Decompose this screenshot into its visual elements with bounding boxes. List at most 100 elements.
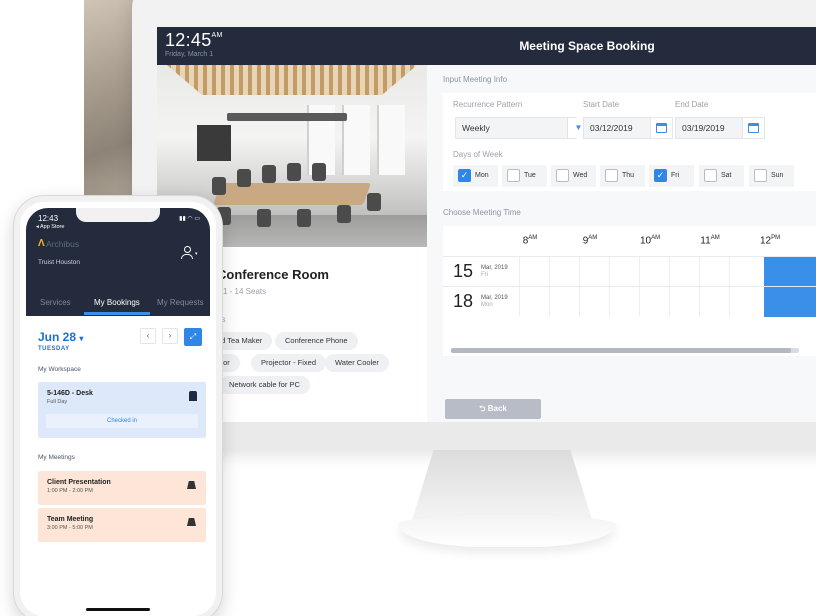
check-icon: ✓ (654, 169, 667, 182)
monitor-stand (412, 450, 592, 520)
hour-header: 9AM (570, 235, 610, 246)
expand-icon[interactable]: ⤢ (184, 328, 202, 346)
hour-header: 10AM (630, 235, 670, 246)
time-slot[interactable] (519, 287, 549, 316)
time-slot[interactable] (729, 257, 759, 286)
checkbox (556, 169, 569, 182)
row-day: 18 (453, 291, 474, 311)
selected-date[interactable]: Jun 28 ▾ (38, 330, 83, 344)
page-title: Meeting Space Booking (519, 39, 655, 53)
end-date-field[interactable]: 03/19/2019 (675, 117, 765, 139)
selected-slot[interactable] (764, 287, 816, 317)
time-slot[interactable] (669, 287, 699, 316)
user-icon[interactable]: ▾ (180, 246, 198, 260)
time-slot[interactable] (549, 257, 579, 286)
hour-ampm: AM (528, 235, 538, 241)
mobile-header: 12:43 ◂ App Store ▮▮ ◠ ▭ Λ Archibus Trui… (26, 208, 210, 316)
day-checkbox-sat[interactable]: Sat (699, 165, 744, 187)
meeting-time: 3:00 PM - 5:00 PM (47, 525, 93, 531)
clock-ampm: AM (211, 32, 223, 39)
day-checkbox-fri[interactable]: ✓ Fri (649, 165, 694, 187)
tab-my-bookings[interactable]: My Bookings (94, 298, 140, 307)
hour-ampm: AM (588, 235, 598, 241)
time-slot[interactable] (669, 257, 699, 286)
day-label: Fri (671, 172, 680, 179)
end-date-value: 03/19/2019 (682, 123, 725, 133)
hour-number: 12 (759, 235, 772, 247)
recurrence-value: Weekly (462, 123, 490, 133)
time-slot[interactable] (699, 287, 729, 316)
chair (287, 163, 301, 181)
tab-services[interactable]: Services (40, 298, 71, 307)
day-checkbox-sun[interactable]: Sun (749, 165, 794, 187)
time-slot[interactable] (639, 287, 669, 316)
time-slot[interactable] (729, 287, 759, 316)
day-label: Sun (771, 172, 784, 179)
check-icon: ✓ (458, 169, 471, 182)
time-slot[interactable] (519, 257, 549, 286)
phone-device: 12:43 ◂ App Store ▮▮ ◠ ▭ Λ Archibus Trui… (14, 196, 222, 616)
time-slot[interactable] (579, 287, 609, 316)
time-slot[interactable] (549, 287, 579, 316)
meeting-info-card: Recurrence Pattern Start Date End Date W… (443, 93, 816, 191)
day-checkbox-mon[interactable]: ✓ Mon (453, 165, 498, 187)
day-checkbox-thu[interactable]: Thu (600, 165, 645, 187)
pendant-lamp (227, 113, 347, 121)
meeting-room-icon (187, 518, 196, 526)
day-label: Mon (475, 172, 489, 179)
back-label: Back (487, 404, 507, 413)
row-day: 15 (453, 261, 474, 281)
start-date-field[interactable]: 03/12/2019 (583, 117, 673, 139)
amenity-chip: Conference Phone (275, 332, 358, 350)
horizontal-scrollbar[interactable] (451, 348, 799, 353)
chair (212, 177, 226, 195)
prev-day-button[interactable]: ‹ (140, 328, 156, 344)
day-label: Wed (573, 172, 588, 179)
time-slot[interactable] (609, 257, 639, 286)
conference-table (212, 183, 372, 205)
selected-slot[interactable] (764, 257, 816, 287)
wall-tv (197, 125, 231, 161)
meeting-card[interactable]: Client Presentation 1:00 PM - 2:00 PM (38, 471, 206, 505)
workspace-name: 5-146D - Desk (47, 390, 93, 397)
meeting-card[interactable]: Team Meeting 3:00 PM - 5:00 PM (38, 508, 206, 542)
checkbox (605, 169, 618, 182)
meeting-room-icon (187, 481, 196, 489)
calendar-icon[interactable] (742, 118, 764, 138)
day-checkbox-tue[interactable]: Tue (502, 165, 547, 187)
day-label: Sat (721, 172, 732, 179)
hour-number: 10 (639, 235, 652, 247)
day-label: Tue (524, 172, 536, 179)
time-slot[interactable] (639, 257, 669, 286)
ceiling-slats (167, 65, 417, 95)
recurrence-select[interactable]: Weekly ▼ (455, 117, 589, 139)
day-checkbox-wed[interactable]: Wed (551, 165, 596, 187)
date-label: Jun 28 (38, 330, 77, 344)
chair (337, 205, 351, 223)
calendar-glyph (748, 123, 759, 133)
hour-header: 12PM (750, 235, 790, 246)
time-slot[interactable] (699, 257, 729, 286)
chevron-down-icon: ▾ (79, 334, 84, 343)
phone-notch (76, 208, 160, 222)
time-section-title: Choose Meeting Time (443, 208, 521, 217)
checked-in-status[interactable]: Checked in (46, 414, 198, 428)
chair (312, 163, 326, 181)
scrollbar-thumb[interactable] (451, 348, 791, 353)
desktop-screen: 12:45AM Friday, March 1 Meeting Space Bo… (157, 27, 816, 422)
day-label: Thu (622, 172, 635, 179)
calendar-glyph (656, 123, 667, 133)
back-to-app-store[interactable]: ◂ App Store (36, 224, 64, 230)
recurrence-label: Recurrence Pattern (453, 100, 523, 109)
tab-my-requests[interactable]: My Requests (157, 298, 204, 307)
back-button[interactable]: ⮌ Back (445, 399, 541, 419)
chair (257, 209, 271, 227)
workspace-card[interactable]: 5-146D - Desk Full Day Checked in (38, 382, 206, 438)
next-day-button[interactable]: › (162, 328, 178, 344)
chair (297, 209, 311, 227)
end-date-label: End Date (675, 100, 709, 109)
time-slot[interactable] (609, 287, 639, 316)
calendar-icon[interactable] (650, 118, 672, 138)
time-slot[interactable] (579, 257, 609, 286)
hour-ampm: AM (710, 235, 720, 241)
